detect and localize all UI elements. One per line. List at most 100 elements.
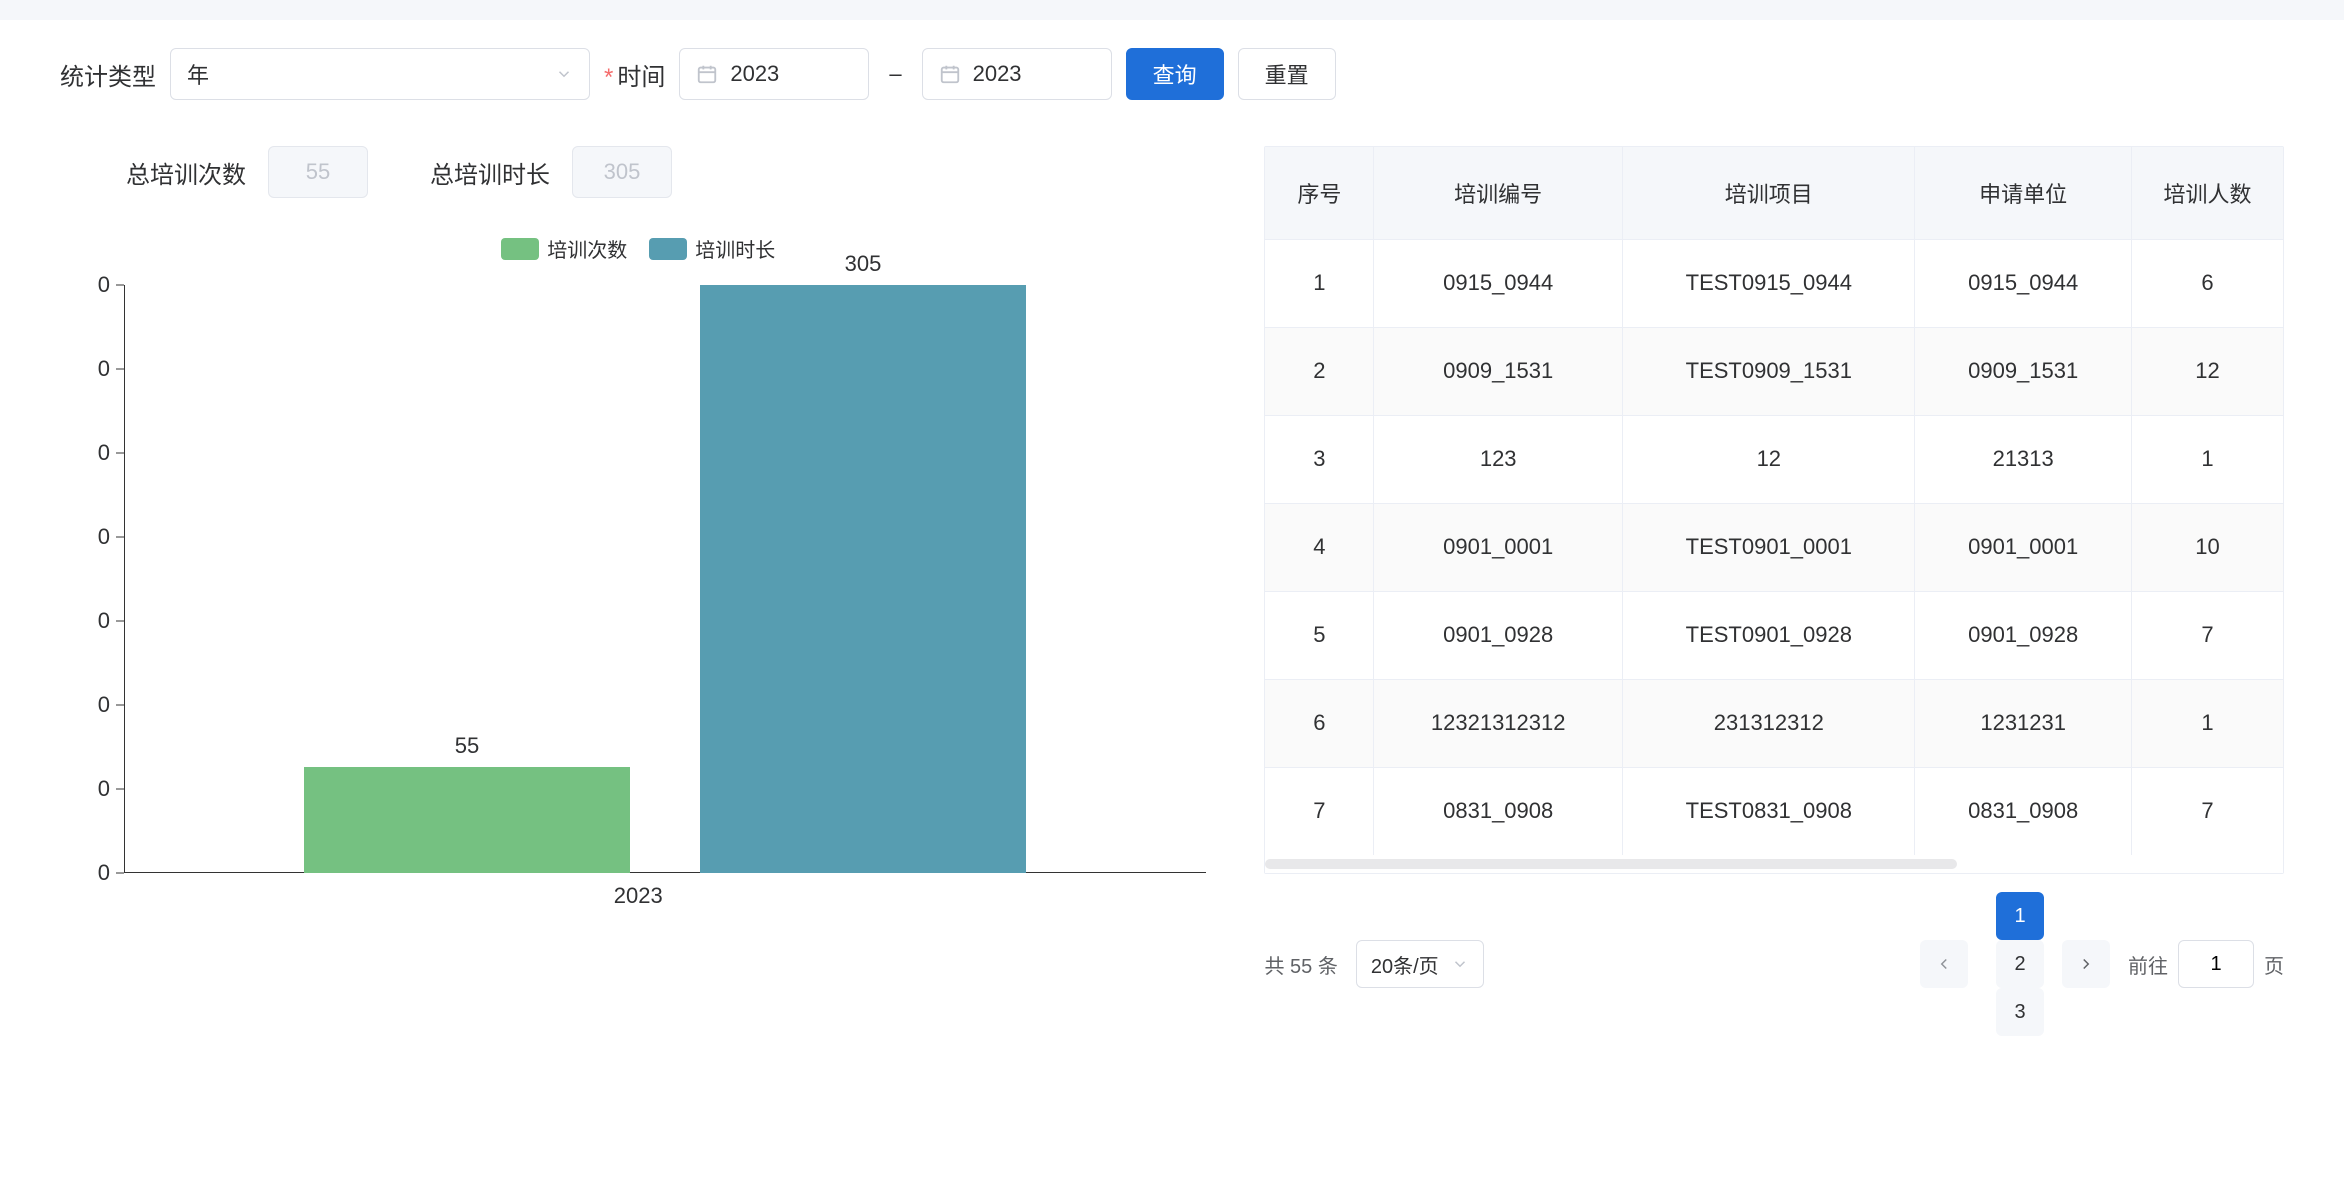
table-cell: 2 bbox=[1265, 327, 1373, 415]
total-duration-label: 总培训时长 bbox=[430, 155, 550, 190]
chart-legend: 培训次数 培训时长 bbox=[60, 234, 1216, 263]
chart-plot-area: 55 305 bbox=[124, 285, 1206, 873]
table-cell: 12 bbox=[1623, 415, 1915, 503]
table-cell: 0915_0944 bbox=[1374, 239, 1623, 327]
page-prev-button[interactable] bbox=[1920, 940, 1968, 988]
date-range-separator: – bbox=[889, 61, 901, 87]
table-cell: 7 bbox=[1265, 767, 1373, 855]
chart-y-tick: 0 bbox=[60, 356, 124, 382]
stat-type-value: 年 bbox=[187, 58, 209, 90]
table-row[interactable]: 40901_0001TEST0901_00010901_000110 bbox=[1265, 503, 2283, 591]
table-cell: 1 bbox=[2131, 415, 2283, 503]
summary-row: 总培训次数 55 总培训时长 305 bbox=[60, 146, 1216, 198]
table-cell: TEST0901_0001 bbox=[1623, 503, 1915, 591]
table-cell: 0831_0908 bbox=[1915, 767, 2131, 855]
legend-item-count[interactable]: 培训次数 bbox=[501, 234, 627, 263]
horizontal-scrollbar[interactable] bbox=[1265, 855, 2283, 873]
table-row[interactable]: 20909_1531TEST0909_15310909_153112 bbox=[1265, 327, 2283, 415]
table-cell: 4 bbox=[1265, 503, 1373, 591]
date-from-value: 2023 bbox=[730, 61, 779, 87]
legend-swatch-count bbox=[501, 238, 539, 260]
chevron-left-icon bbox=[1935, 955, 1953, 973]
total-count-value: 55 bbox=[268, 146, 368, 198]
calendar-icon bbox=[696, 63, 718, 85]
stat-type-label: 统计类型 bbox=[60, 57, 156, 92]
page-jump: 前往 页 bbox=[2128, 940, 2284, 988]
table-row[interactable]: 61232131231223131231212312311 bbox=[1265, 679, 2283, 767]
legend-item-duration[interactable]: 培训时长 bbox=[649, 234, 775, 263]
table-cell: 0901_0001 bbox=[1915, 503, 2131, 591]
table-cell: 0909_1531 bbox=[1915, 327, 2131, 415]
table-header: 培训项目 bbox=[1623, 147, 1915, 239]
calendar-icon bbox=[939, 63, 961, 85]
table-row[interactable]: 50901_0928TEST0901_09280901_09287 bbox=[1265, 591, 2283, 679]
table-cell: 1 bbox=[2131, 679, 2283, 767]
page-number-button[interactable]: 3 bbox=[1996, 988, 2044, 1036]
date-to-input[interactable]: 2023 bbox=[922, 48, 1112, 100]
chart-x-category: 2023 bbox=[614, 883, 663, 909]
top-header-bar bbox=[0, 0, 2344, 20]
table-cell: 0901_0928 bbox=[1374, 591, 1623, 679]
table-cell: 0901_0928 bbox=[1915, 591, 2131, 679]
table-row[interactable]: 70831_0908TEST0831_09080831_09087 bbox=[1265, 767, 2283, 855]
chart-bar: 55 bbox=[304, 767, 630, 873]
chart-bar: 305 bbox=[700, 285, 1026, 873]
stat-type-select[interactable]: 年 bbox=[170, 48, 590, 100]
table-cell: 1231231 bbox=[1915, 679, 2131, 767]
filter-row: 统计类型 年 *时间 2023 – 2023 查询 重置 bbox=[60, 48, 2284, 100]
table-row[interactable]: 10915_0944TEST0915_09440915_09446 bbox=[1265, 239, 2283, 327]
chart-y-tick: 0 bbox=[60, 860, 124, 886]
table-header: 序号 bbox=[1265, 147, 1373, 239]
table-cell: TEST0915_0944 bbox=[1623, 239, 1915, 327]
table-cell: 12 bbox=[2131, 327, 2283, 415]
table-cell: TEST0901_0928 bbox=[1623, 591, 1915, 679]
table-cell: 123 bbox=[1374, 415, 1623, 503]
chart-y-tick: 0 bbox=[60, 776, 124, 802]
table-cell: 6 bbox=[2131, 239, 2283, 327]
bar-chart: 55305 2023 00000000 bbox=[60, 279, 1216, 919]
table-header: 培训人数 bbox=[2131, 147, 2283, 239]
total-count-label: 总培训次数 bbox=[126, 155, 246, 190]
reset-button[interactable]: 重置 bbox=[1238, 48, 1336, 100]
table-cell: 0915_0944 bbox=[1915, 239, 2131, 327]
data-table: 序号培训编号培训项目申请单位培训人数 10915_0944TEST0915_09… bbox=[1265, 147, 2283, 855]
legend-swatch-duration bbox=[649, 238, 687, 260]
page-jump-input[interactable] bbox=[2178, 940, 2254, 988]
chart-bar-value: 305 bbox=[845, 251, 882, 277]
chevron-right-icon bbox=[2077, 955, 2095, 973]
total-duration-value: 305 bbox=[572, 146, 672, 198]
table-cell: 12321312312 bbox=[1374, 679, 1623, 767]
table-cell: 7 bbox=[2131, 591, 2283, 679]
table-cell: TEST0909_1531 bbox=[1623, 327, 1915, 415]
chevron-down-icon bbox=[1451, 955, 1469, 973]
pagination-total: 共 55 条 bbox=[1264, 950, 1337, 979]
table-cell: 5 bbox=[1265, 591, 1373, 679]
table-cell: 6 bbox=[1265, 679, 1373, 767]
table-cell: 231312312 bbox=[1623, 679, 1915, 767]
page-next-button[interactable] bbox=[2062, 940, 2110, 988]
search-button[interactable]: 查询 bbox=[1126, 48, 1224, 100]
table-cell: 0909_1531 bbox=[1374, 327, 1623, 415]
data-table-container: 序号培训编号培训项目申请单位培训人数 10915_0944TEST0915_09… bbox=[1264, 146, 2284, 874]
chart-y-tick: 0 bbox=[60, 608, 124, 634]
table-cell: 3 bbox=[1265, 415, 1373, 503]
table-cell: 0831_0908 bbox=[1374, 767, 1623, 855]
chart-bar-value: 55 bbox=[455, 733, 479, 759]
page-number-button[interactable]: 1 bbox=[1996, 892, 2044, 940]
table-cell: 10 bbox=[2131, 503, 2283, 591]
table-header: 培训编号 bbox=[1374, 147, 1623, 239]
table-cell: 7 bbox=[2131, 767, 2283, 855]
chart-y-tick: 0 bbox=[60, 524, 124, 550]
chart-y-tick: 0 bbox=[60, 440, 124, 466]
chevron-down-icon bbox=[555, 65, 573, 83]
date-from-input[interactable]: 2023 bbox=[679, 48, 869, 100]
chart-y-tick: 0 bbox=[60, 272, 124, 298]
table-cell: 1 bbox=[1265, 239, 1373, 327]
time-label: *时间 bbox=[604, 57, 665, 92]
table-cell: TEST0831_0908 bbox=[1623, 767, 1915, 855]
table-row[interactable]: 312312213131 bbox=[1265, 415, 2283, 503]
page-size-select[interactable]: 20条/页 bbox=[1356, 940, 1484, 988]
table-cell: 0901_0001 bbox=[1374, 503, 1623, 591]
date-to-value: 2023 bbox=[973, 61, 1022, 87]
page-number-button[interactable]: 2 bbox=[1996, 940, 2044, 988]
